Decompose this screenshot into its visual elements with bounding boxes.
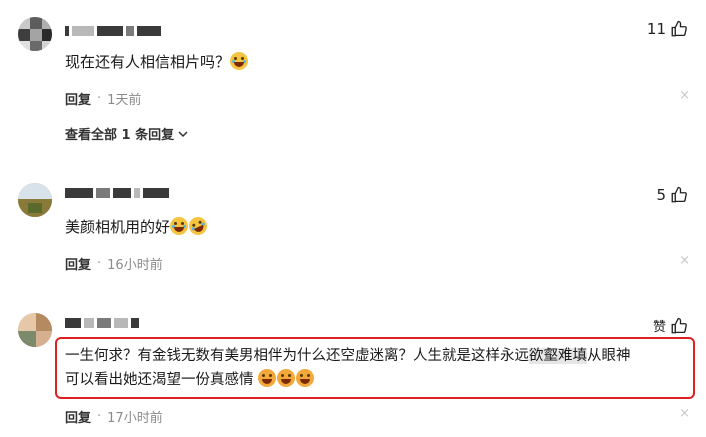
thumbs-up-icon — [671, 20, 687, 37]
comment-text: 一生何求？有金钱无数有美男相伴为什么还空虚迷离？人生就是这样永远欲壑难填从眼神 … — [65, 344, 690, 392]
username[interactable] — [65, 316, 139, 330]
like-count: 5 — [656, 186, 666, 204]
like-button[interactable]: 赞 — [653, 316, 688, 335]
meta-separator: · — [97, 256, 102, 271]
avatar[interactable] — [18, 313, 52, 347]
expand-replies-button[interactable]: 查看全部 1 条回复 — [65, 124, 188, 143]
username[interactable] — [65, 186, 169, 200]
grin-emoji-icon — [296, 369, 315, 387]
like-button[interactable]: 5 — [656, 186, 688, 204]
like-label: 赞 — [652, 320, 666, 335]
laugh-cry-emoji-icon — [230, 52, 249, 70]
like-button[interactable]: 11 — [647, 20, 688, 38]
timestamp: 16小时前 — [107, 258, 163, 273]
username[interactable] — [65, 24, 161, 38]
close-icon[interactable]: × — [679, 88, 690, 103]
meta-separator: · — [97, 409, 102, 424]
thumbs-up-icon — [671, 186, 687, 203]
comment-text: 现在还有人相信相片吗？ — [65, 50, 249, 74]
grin-emoji-icon — [277, 369, 296, 387]
reply-button[interactable]: 回复 — [65, 254, 91, 273]
like-count: 11 — [646, 20, 666, 38]
comment-meta: 回复 · 1天前 — [65, 89, 141, 108]
grin-emoji-icon — [258, 369, 277, 387]
comment-meta: 回复 · 16小时前 — [65, 254, 163, 273]
rolling-laugh-emoji-icon — [186, 214, 210, 238]
close-icon[interactable]: × — [679, 406, 690, 421]
expand-replies-label: 查看全部 1 条回复 — [65, 128, 175, 143]
close-icon[interactable]: × — [679, 253, 690, 268]
laugh-cry-emoji-icon — [170, 217, 189, 235]
avatar[interactable] — [18, 17, 52, 51]
timestamp: 17小时前 — [107, 411, 163, 426]
comment-meta: 回复 · 17小时前 — [65, 407, 163, 426]
reply-button[interactable]: 回复 — [65, 89, 91, 108]
comment-text: 美颜相机用的好 — [65, 214, 210, 239]
thumbs-up-icon — [671, 317, 687, 333]
comment-line-1: 一生何求？有金钱无数有美男相伴为什么还空虚迷离？人生就是这样永远欲壑难填从眼神 — [65, 348, 631, 364]
chevron-down-icon — [178, 130, 188, 137]
highlighted-text: 欲壑难填 — [529, 348, 587, 364]
timestamp: 1天前 — [107, 93, 142, 108]
comment-line-2: 可以看出她还渴望一份真感情 — [65, 368, 690, 392]
reply-button[interactable]: 回复 — [65, 407, 91, 426]
meta-separator: · — [97, 91, 102, 106]
avatar[interactable] — [18, 183, 52, 217]
